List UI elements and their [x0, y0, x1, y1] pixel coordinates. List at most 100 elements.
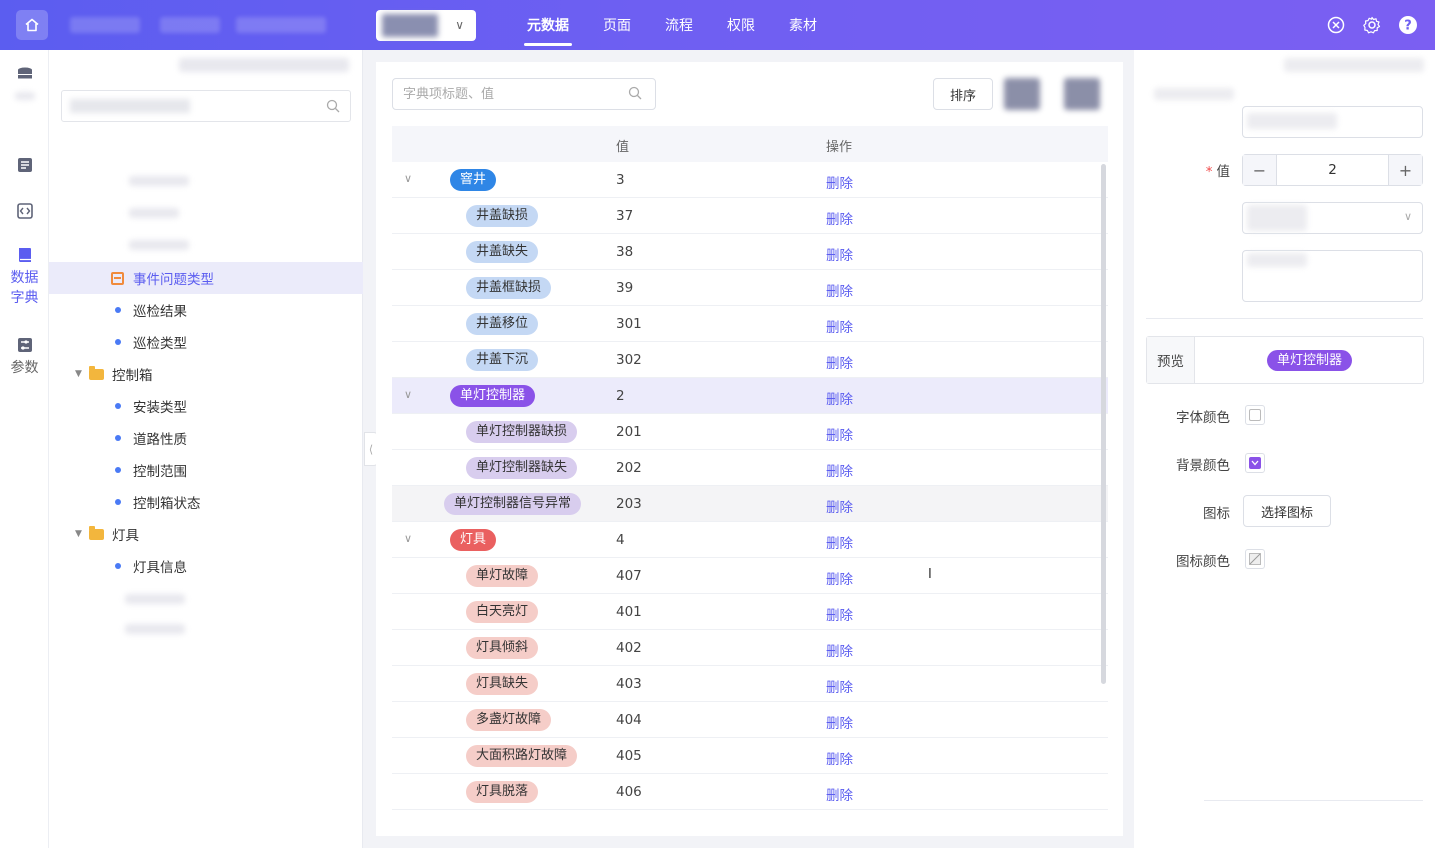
- delete-link[interactable]: 删除: [826, 496, 853, 516]
- row-value: 2: [616, 388, 625, 404]
- tree-item-event-problem-type[interactable]: 事件问题类型: [49, 262, 363, 294]
- caret-down-icon[interactable]: ▼: [75, 529, 89, 539]
- delete-link[interactable]: 删除: [826, 424, 853, 444]
- close-circle-button[interactable]: [1325, 14, 1347, 36]
- item-detail-panel: * 值 − 2 + ∨ 预览 单灯控制器 字体颜色 背景颜色 图标 选择图标 图标…: [1134, 50, 1435, 848]
- sort-button[interactable]: 排序: [933, 78, 993, 110]
- delete-link[interactable]: 删除: [826, 748, 853, 768]
- tree-item-lamp-info[interactable]: 灯具信息: [49, 550, 363, 582]
- table-row[interactable]: ∨ 灯具 4 删除: [392, 522, 1108, 558]
- column-header-value: 值: [616, 140, 630, 155]
- detail-header-blurred: [1284, 58, 1424, 72]
- caret-down-icon[interactable]: ▼: [75, 369, 89, 379]
- item-search-input[interactable]: [392, 78, 656, 110]
- table-row[interactable]: 单灯控制器缺损 201 删除: [392, 414, 1108, 450]
- icon-color-picker[interactable]: [1245, 549, 1265, 569]
- app-selector[interactable]: ∨: [376, 10, 476, 41]
- table-row[interactable]: 单灯控制器缺失 202 删除: [392, 450, 1108, 486]
- table-row[interactable]: 井盖缺损 37 删除: [392, 198, 1108, 234]
- tree-item-inspection-result[interactable]: 巡检结果: [49, 294, 363, 326]
- delete-link[interactable]: 删除: [826, 532, 853, 552]
- tree-item-road-nature[interactable]: 道路性质: [49, 422, 363, 454]
- type-select[interactable]: ∨: [1242, 202, 1423, 234]
- toolbar-button-blurred[interactable]: [1064, 78, 1100, 110]
- value-stepper[interactable]: − 2 +: [1242, 154, 1423, 186]
- table-row[interactable]: 井盖移位 301 删除: [392, 306, 1108, 342]
- delete-link[interactable]: 删除: [826, 352, 853, 372]
- table-row[interactable]: 单灯故障 407 删除: [392, 558, 1108, 594]
- delete-link[interactable]: 删除: [826, 640, 853, 660]
- rail-item-code[interactable]: [0, 202, 49, 224]
- delete-link[interactable]: 删除: [826, 784, 853, 804]
- table-scrollbar[interactable]: [1101, 164, 1106, 684]
- delete-link[interactable]: 删除: [826, 568, 853, 588]
- preview-box: 预览 单灯控制器: [1146, 336, 1424, 384]
- settings-button[interactable]: [1361, 14, 1383, 36]
- tree-folder-control-box[interactable]: ▼ 控制箱: [49, 358, 363, 390]
- chevron-down-icon: ∨: [1403, 210, 1412, 223]
- table-row[interactable]: 多盏灯故障 404 删除: [392, 702, 1108, 738]
- table-row[interactable]: 灯具倾斜 402 删除: [392, 630, 1108, 666]
- rail-item-params[interactable]: 参数: [0, 336, 49, 378]
- tree-item-inspection-type[interactable]: 巡检类型: [49, 326, 363, 358]
- table-row[interactable]: 大面积路灯故障 405 删除: [392, 738, 1108, 774]
- row-value: 403: [616, 676, 642, 692]
- toolbar-button-blurred[interactable]: [1004, 78, 1040, 110]
- tree-item-control-box-status[interactable]: 控制箱状态: [49, 486, 363, 518]
- rail-item-form[interactable]: [0, 156, 49, 178]
- tab-permissions[interactable]: 权限: [710, 0, 772, 50]
- table-row[interactable]: ∨ 单灯控制器 2 删除: [392, 378, 1108, 414]
- help-button[interactable]: ?: [1397, 14, 1419, 36]
- tree-item-blurred: [125, 594, 185, 604]
- tree-search-input[interactable]: [61, 90, 351, 122]
- tree-folder-lamp[interactable]: ▼ 灯具: [49, 518, 363, 550]
- delete-link[interactable]: 删除: [826, 388, 853, 408]
- tab-pages[interactable]: 页面: [586, 0, 648, 50]
- tree-item-control-range[interactable]: 控制范围: [49, 454, 363, 486]
- expand-chevron-icon[interactable]: ∨: [404, 388, 412, 401]
- table-row[interactable]: 井盖缺失 38 删除: [392, 234, 1108, 270]
- home-button[interactable]: [16, 10, 48, 40]
- table-row[interactable]: 白天亮灯 401 删除: [392, 594, 1108, 630]
- row-value: 39: [616, 280, 634, 296]
- table-row[interactable]: ∨ 窨井 3 删除: [392, 162, 1108, 198]
- decrement-button[interactable]: −: [1243, 155, 1277, 185]
- delete-link[interactable]: 删除: [826, 316, 853, 336]
- delete-link[interactable]: 删除: [826, 712, 853, 732]
- choose-icon-button[interactable]: 选择图标: [1243, 495, 1331, 527]
- expand-chevron-icon[interactable]: ∨: [404, 172, 412, 185]
- table-row[interactable]: 井盖框缺损 39 删除: [392, 270, 1108, 306]
- delete-link[interactable]: 删除: [826, 676, 853, 696]
- bg-color-picker[interactable]: [1245, 453, 1265, 473]
- tree-item-install-type[interactable]: 安装类型: [49, 390, 363, 422]
- delete-link[interactable]: 删除: [826, 172, 853, 192]
- rail-item-data-dictionary[interactable]: 数据字典: [0, 246, 49, 308]
- delete-link[interactable]: 删除: [826, 208, 853, 228]
- font-color-label: 字体颜色: [1176, 410, 1230, 426]
- tree-item-label: 安装类型: [133, 400, 187, 416]
- stepper-value[interactable]: 2: [1277, 162, 1388, 178]
- tab-metadata[interactable]: 元数据: [510, 0, 586, 50]
- row-value: 401: [616, 604, 642, 620]
- tree-item-blurred: [129, 208, 179, 218]
- remark-textarea[interactable]: [1242, 250, 1423, 302]
- table-row[interactable]: 井盖下沉 302 删除: [392, 342, 1108, 378]
- delete-link[interactable]: 删除: [826, 460, 853, 480]
- font-color-picker[interactable]: [1245, 405, 1265, 425]
- breadcrumb-blurred: [160, 17, 220, 33]
- table-row[interactable]: 灯具缺失 403 删除: [392, 666, 1108, 702]
- tab-flow[interactable]: 流程: [648, 0, 710, 50]
- delete-link[interactable]: 删除: [826, 244, 853, 264]
- rail-item-database[interactable]: [0, 66, 49, 100]
- delete-link[interactable]: 删除: [826, 280, 853, 300]
- title-input[interactable]: [1242, 106, 1423, 138]
- delete-link[interactable]: 删除: [826, 604, 853, 624]
- folder-icon: [89, 525, 104, 540]
- search-icon: [628, 86, 642, 100]
- expand-chevron-icon[interactable]: ∨: [404, 532, 412, 545]
- increment-button[interactable]: +: [1388, 155, 1422, 185]
- dictionary-tag: 单灯控制器信号异常: [444, 493, 582, 515]
- tab-assets[interactable]: 素材: [772, 0, 834, 50]
- table-row[interactable]: 灯具脱落 406 删除: [392, 774, 1108, 810]
- table-row[interactable]: 单灯控制器信号异常 203 删除: [392, 486, 1108, 522]
